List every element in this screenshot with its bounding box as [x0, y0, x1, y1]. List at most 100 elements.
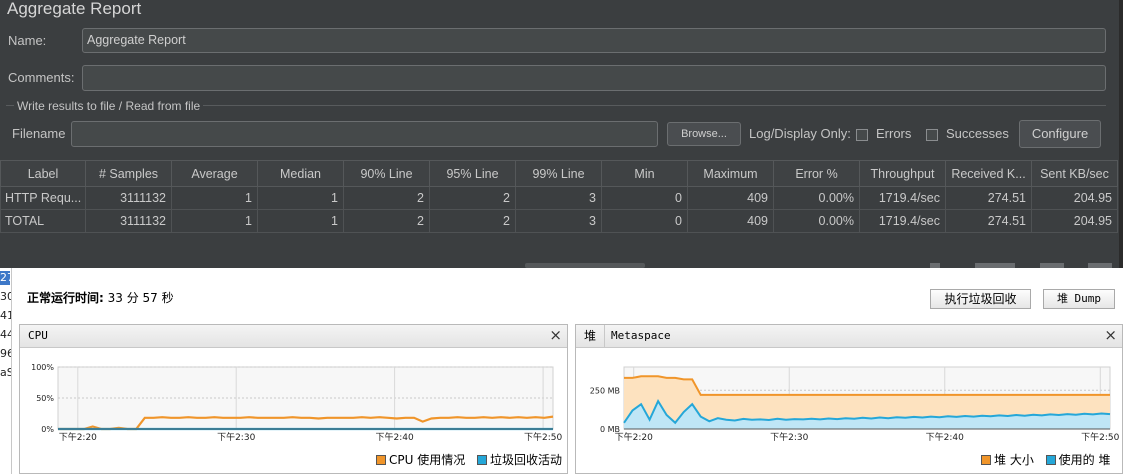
horizontal-scrollbar[interactable]: [525, 263, 645, 268]
close-icon[interactable]: ×: [549, 326, 562, 344]
x-tick-label: 下午2:40: [375, 431, 413, 443]
table-cell: 0.00%: [773, 209, 860, 233]
comments-input[interactable]: [82, 65, 1106, 91]
tab-cpu[interactable]: CPU: [22, 325, 54, 347]
legend-swatch-icon: [477, 455, 488, 465]
table-cell: 1719.4/sec: [859, 186, 946, 210]
legend-swatch-icon: [1045, 455, 1056, 465]
table-row[interactable]: TOTAL 3111132 1 1 2 2 3 0 409 0.00% 1719.4/sec 274.…: [0, 209, 1118, 233]
table-row[interactable]: HTTP Requ... 3111132 1 1 2 2 3 0 409 0.00% 1719.4/…: [0, 186, 1118, 210]
table-cell: 0.00%: [773, 186, 860, 210]
x-tick-label: 下午2:30: [217, 431, 255, 443]
column-header[interactable]: Min: [601, 160, 688, 187]
list-item[interactable]: 30: [0, 290, 11, 304]
comments-label: Comments:: [8, 70, 75, 85]
table-header-row: Label # Samples Average Median 90% Line 95% L…: [0, 160, 1118, 187]
perform-gc-button[interactable]: 执行垃圾回收: [930, 289, 1031, 309]
legend-label: 使用的 堆: [1058, 453, 1111, 467]
panel-title: Aggregate Report: [7, 0, 142, 18]
column-header[interactable]: Median: [257, 160, 344, 187]
uptime-text: 正常运行时间: 33 分 57 秒: [27, 289, 174, 306]
toolbar-strip-icon: [1040, 263, 1064, 268]
legend-label: 垃圾回收活动: [490, 453, 563, 467]
table-cell: 2: [429, 209, 516, 233]
results-table: Label # Samples Average Median 90% Line 95% L…: [0, 160, 1118, 233]
list-item[interactable]: 27: [0, 271, 11, 285]
x-tick-label: 下午2:50: [1081, 431, 1119, 443]
configure-button[interactable]: Configure: [1019, 120, 1101, 148]
close-icon[interactable]: ×: [1104, 326, 1117, 344]
uptime-value: 33 分 57 秒: [107, 291, 174, 305]
table-cell: 204.95: [1031, 209, 1118, 233]
y-tick-label: 250 MB: [590, 386, 620, 395]
column-header[interactable]: 99% Line: [515, 160, 602, 187]
log-display-label: Log/Display Only:: [749, 126, 851, 141]
column-header[interactable]: 95% Line: [429, 160, 516, 187]
tab-metaspace[interactable]: Metaspace: [604, 325, 677, 347]
list-item[interactable]: aS: [0, 366, 11, 380]
successes-checkbox[interactable]: [926, 129, 938, 141]
column-header[interactable]: Sent KB/sec: [1031, 160, 1118, 187]
table-cell: HTTP Requ...: [0, 186, 86, 210]
file-group-title: Write results to file / Read from file: [14, 99, 204, 113]
y-tick-label: 0%: [41, 425, 54, 434]
legend-swatch-icon: [376, 455, 386, 465]
table-cell: 1719.4/sec: [859, 209, 946, 233]
window-edge: [1119, 0, 1123, 268]
table-cell: 1: [257, 209, 344, 233]
x-tick-label: 下午2:40: [926, 431, 964, 443]
y-tick-label: 50%: [36, 394, 54, 403]
heap-dump-button[interactable]: 堆 Dump: [1043, 289, 1115, 309]
x-tick-label: 下午2:20: [59, 431, 97, 443]
column-header[interactable]: Throughput: [859, 160, 946, 187]
table-cell: 2: [343, 186, 430, 210]
filename-label: Filename: [12, 126, 66, 141]
table-cell: 1: [171, 209, 258, 233]
cpu-tabbar: CPU ×: [20, 325, 567, 348]
table-cell: 409: [687, 186, 774, 210]
heap-tabbar: 堆 Metaspace ×: [576, 325, 1122, 348]
errors-checkbox[interactable]: [856, 129, 868, 141]
legend-label: 堆 大小: [994, 453, 1034, 467]
column-header[interactable]: 90% Line: [343, 160, 430, 187]
legend-label: CPU 使用情况: [389, 453, 466, 467]
name-input[interactable]: Aggregate Report: [82, 28, 1106, 53]
table-cell: 274.51: [945, 186, 1032, 210]
legend-swatch-icon: [981, 455, 991, 465]
table-cell: 2: [429, 186, 516, 210]
x-tick-label: 下午2:30: [770, 431, 808, 443]
errors-label: Errors: [876, 126, 912, 141]
table-cell: 3: [515, 186, 602, 210]
column-header[interactable]: Error %: [773, 160, 860, 187]
cpu-legend: CPU 使用情况 垃圾回收活动: [376, 451, 562, 468]
table-cell: 3: [515, 209, 602, 233]
column-header[interactable]: Average: [171, 160, 258, 187]
table-cell: 204.95: [1031, 186, 1118, 210]
x-tick-label: 下午2:20: [615, 431, 653, 443]
table-cell: 0: [601, 186, 688, 210]
list-item[interactable]: 41: [0, 309, 11, 323]
uptime-label: 正常运行时间:: [27, 291, 104, 305]
tab-heap[interactable]: 堆: [578, 325, 602, 347]
table-cell: 1: [171, 186, 258, 210]
column-header[interactable]: Received K...: [945, 160, 1032, 187]
table-cell: 0: [601, 209, 688, 233]
toolbar-strip-icon: [1088, 263, 1112, 268]
column-header[interactable]: Label: [0, 160, 86, 187]
aggregate-report-panel: Aggregate Report Name: Aggregate Report …: [0, 0, 1119, 268]
table-body: HTTP Requ... 3111132 1 1 2 2 3 0 409 0.00% 1719.4/…: [0, 186, 1118, 233]
table-cell: 2: [343, 209, 430, 233]
table-cell: 3111132: [85, 209, 172, 233]
filename-input[interactable]: [71, 121, 658, 147]
list-item[interactable]: 44: [0, 328, 11, 342]
browse-button[interactable]: Browse...: [667, 122, 741, 146]
table-cell: 1: [257, 186, 344, 210]
table-cell: 409: [687, 209, 774, 233]
list-item[interactable]: 96: [0, 347, 11, 361]
connection-list[interactable]: 27 30 41 44 96 aS: [0, 268, 12, 474]
column-header[interactable]: # Samples: [85, 160, 172, 187]
toolbar-strip-icon: [975, 263, 1015, 268]
column-header[interactable]: Maximum: [687, 160, 774, 187]
heap-legend: 堆 大小 使用的 堆: [981, 451, 1110, 468]
resize-handle-icon: [930, 263, 940, 268]
